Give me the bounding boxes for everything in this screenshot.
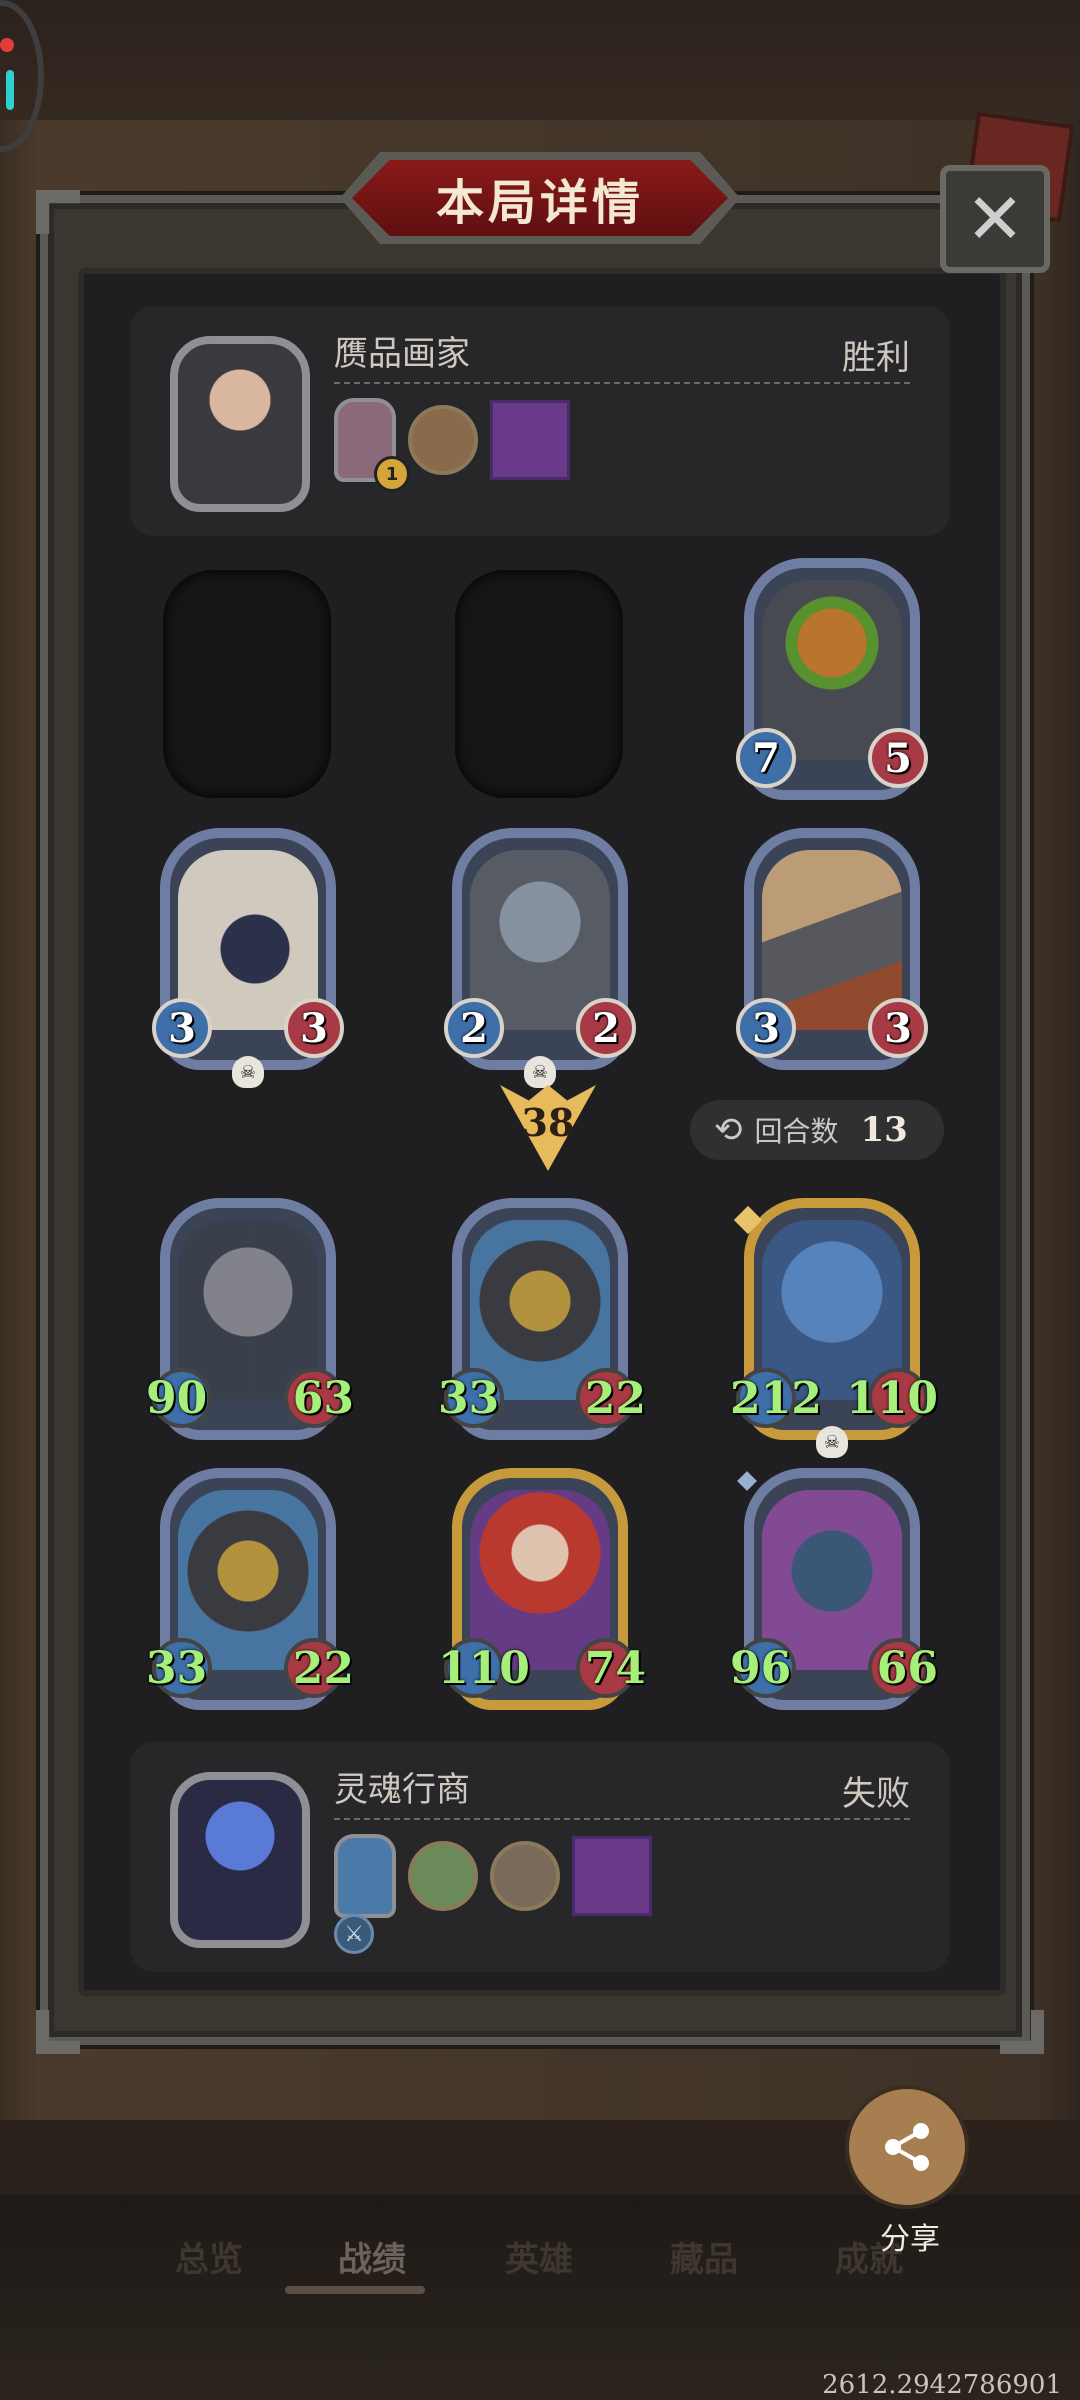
goblin-card-icon[interactable] (490, 400, 570, 480)
attack-stat: 2 (444, 998, 504, 1058)
close-icon: ✕ (965, 178, 1025, 260)
health-stat: 2 (576, 998, 636, 1058)
status-indicator (6, 70, 14, 110)
active-tab-indicator (285, 2286, 425, 2294)
opponent-name: 赝品画家 (334, 334, 470, 374)
attack-stat: 3 (736, 998, 796, 1058)
refresh-icon: ⟲ (714, 1110, 743, 1150)
skull-icon: ☠ (232, 1056, 264, 1088)
attack-stat: 96 (730, 1642, 792, 1694)
health-stat: 63 (292, 1372, 354, 1424)
tab-overview[interactable]: 总览 (175, 2232, 243, 2281)
player-items (334, 1834, 652, 1918)
share-label: 分享 (880, 2222, 940, 2257)
health-stat: 3 (284, 998, 344, 1058)
empty-minion-slot (163, 570, 331, 798)
tab-heroes[interactable]: 英雄 (505, 2232, 573, 2281)
health-stat: 110 (846, 1372, 938, 1424)
player-minion-1[interactable]: 90 63 (146, 1198, 354, 1440)
attack-stat: 7 (736, 728, 796, 788)
player-minion-3[interactable]: 212 110 ☠ (730, 1198, 938, 1458)
attack-stat: 110 (438, 1642, 530, 1694)
dialog-title: 本局详情 (352, 160, 728, 236)
opponent-minion-4[interactable]: 3 3 (736, 828, 928, 1070)
device-id: 2612.2942786901 (822, 2370, 1062, 2400)
close-button[interactable]: ✕ (940, 165, 1050, 273)
damage-value: 38 (521, 1100, 575, 1145)
attack-stat: 90 (146, 1372, 208, 1424)
health-stat: 22 (292, 1642, 354, 1694)
portrait-coin-icon[interactable] (490, 1841, 560, 1911)
divider (334, 382, 910, 384)
share-icon (885, 2123, 929, 2171)
health-stat: 74 (584, 1642, 646, 1694)
opponent-minion-1[interactable]: 7 5 (736, 558, 928, 800)
attack-stat: 33 (146, 1642, 208, 1694)
empty-minion-slot (455, 570, 623, 798)
sword-shield-icon[interactable]: ⚔ (334, 1914, 374, 1954)
turn-counter: ⟲ 回合数 13 (690, 1100, 944, 1160)
tab-collection[interactable]: 藏品 (670, 2232, 738, 2281)
turn-value: 13 (860, 1110, 908, 1150)
health-stat: 3 (868, 998, 928, 1058)
opponent-items: 1 (334, 398, 570, 492)
skull-icon: ☠ (524, 1056, 556, 1088)
health-stat: 66 (876, 1642, 938, 1694)
player-minion-4[interactable]: 33 22 (146, 1468, 354, 1710)
blue-spirit-frame-icon[interactable] (334, 1834, 396, 1918)
opponent-minion-3[interactable]: 2 2 ☠ (444, 828, 636, 1088)
tab-records[interactable]: 战绩 (338, 2232, 406, 2281)
opponent-portrait[interactable] (170, 336, 310, 512)
player-minion-2[interactable]: 33 22 (438, 1198, 646, 1440)
player-minion-6[interactable]: 96 66 (730, 1468, 938, 1710)
health-stat: 22 (584, 1372, 646, 1424)
skull-icon: ☠ (816, 1426, 848, 1458)
player-minion-5[interactable]: 110 74 (438, 1468, 646, 1710)
attack-stat: 212 (730, 1372, 822, 1424)
notification-dot (0, 38, 14, 52)
divider (334, 1818, 910, 1820)
coin-portrait-icon[interactable] (408, 405, 478, 475)
opponent-result: 胜利 (842, 338, 910, 378)
opponent-minion-2[interactable]: 3 3 ☠ (152, 828, 344, 1088)
share-button[interactable] (845, 2085, 969, 2209)
item-level-badge: 1 (374, 456, 410, 492)
attack-stat: 33 (438, 1372, 500, 1424)
turn-label: 回合数 (754, 1115, 839, 1148)
attack-stat: 3 (152, 998, 212, 1058)
goblin-card-icon[interactable] (572, 1836, 652, 1916)
opponent-card: 赝品画家 胜利 1 (130, 306, 950, 536)
player-name: 灵魂行商 (334, 1770, 470, 1810)
player-result: 失败 (842, 1774, 910, 1814)
player-portrait[interactable] (170, 1772, 310, 1948)
health-stat: 5 (868, 728, 928, 788)
player-card: 灵魂行商 失败 ⚔ (130, 1742, 950, 1972)
zombie-coin-icon[interactable] (408, 1841, 478, 1911)
